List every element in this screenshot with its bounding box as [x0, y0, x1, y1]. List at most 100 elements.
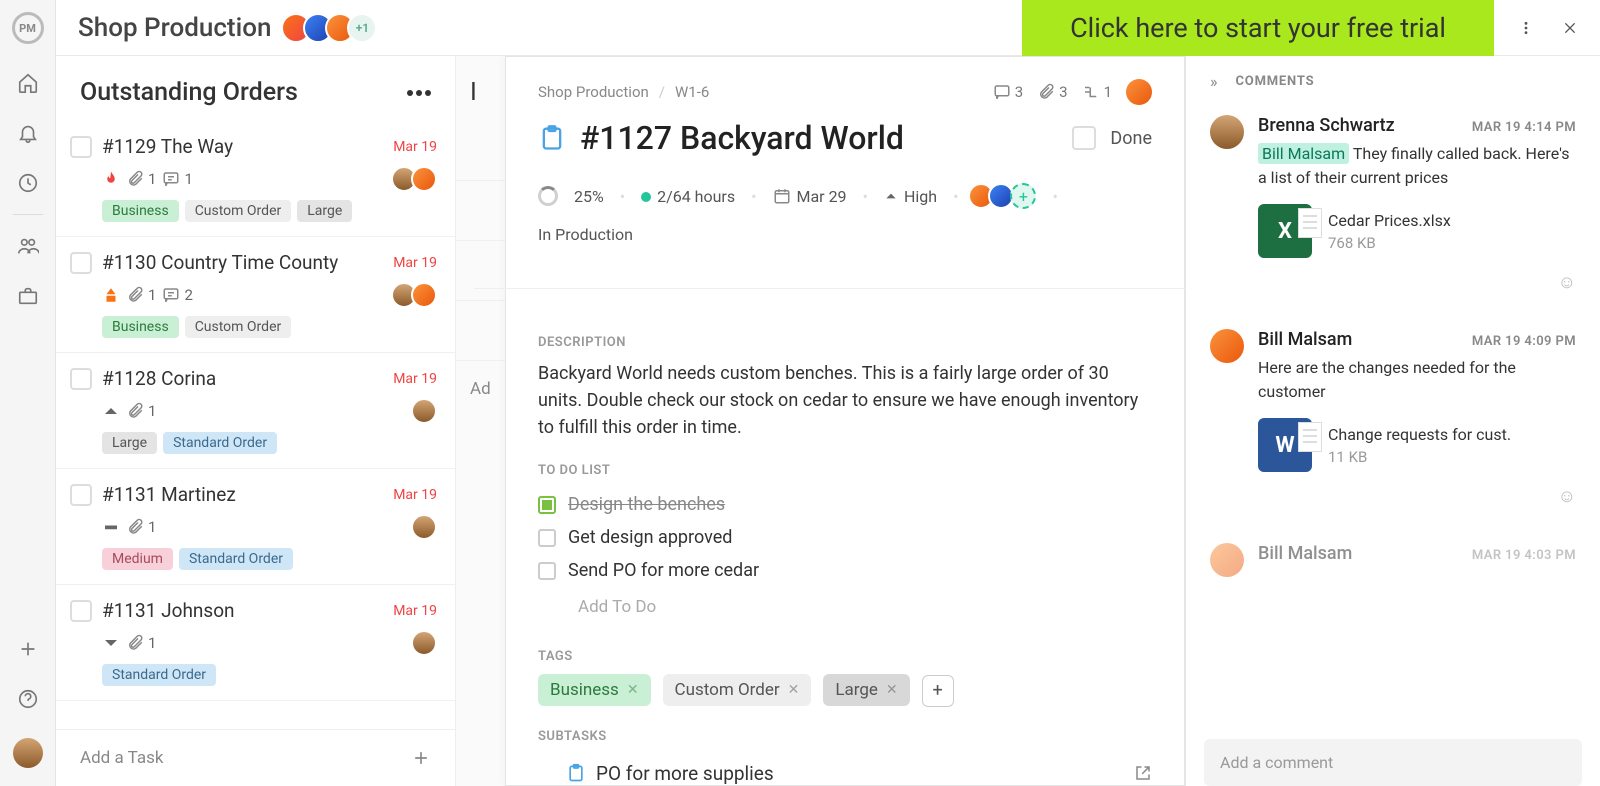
column-outstanding-orders: Outstanding Orders #1129 The Way Mar 19 …	[56, 56, 456, 786]
priority-urgent-icon	[102, 170, 120, 188]
subtasks-count-icon[interactable]: 1	[1082, 83, 1112, 101]
todo-item[interactable]: Get design approved	[538, 521, 1152, 554]
comment-avatar[interactable]	[1210, 115, 1244, 149]
status-label[interactable]: In Production	[538, 225, 633, 244]
trial-banner[interactable]: Click here to start your free trial	[1022, 0, 1494, 56]
calendar-icon	[773, 187, 791, 205]
done-checkbox[interactable]	[1072, 126, 1096, 150]
comment-time: MAR 19 4:03 PM	[1472, 548, 1576, 563]
todo-checkbox[interactable]	[538, 496, 556, 514]
todo-label: TO DO LIST	[538, 463, 1152, 478]
breadcrumb-task[interactable]: W1-6	[675, 83, 709, 101]
open-link-icon[interactable]	[1134, 764, 1152, 782]
comment-item: Brenna SchwartzMAR 19 4:14 PM Bill Malsa…	[1210, 115, 1576, 293]
priority-label[interactable]: High	[904, 187, 937, 206]
more-menu-icon[interactable]	[1518, 20, 1534, 36]
briefcase-icon[interactable]	[17, 285, 39, 307]
comments-panel: » COMMENTS Brenna SchwartzMAR 19 4:14 PM…	[1185, 56, 1600, 786]
task-title: #1128 Corina	[102, 367, 383, 390]
task-checkbox[interactable]	[70, 600, 92, 622]
tag-chip[interactable]: Large✕	[823, 674, 909, 706]
task-card-stub-selected[interactable]	[456, 181, 506, 241]
detail-assignees[interactable]: +	[974, 183, 1036, 209]
todo-checkbox[interactable]	[538, 529, 556, 547]
project-members[interactable]: +1	[289, 13, 377, 43]
tag: Custom Order	[185, 200, 292, 222]
add-task-input[interactable]: Add a Task	[56, 729, 455, 786]
more-members-badge[interactable]: +1	[347, 13, 377, 43]
task-checkbox[interactable]	[70, 484, 92, 506]
tag: Business	[102, 316, 179, 338]
comment-author: Bill Malsam	[1258, 543, 1352, 564]
breadcrumb-project[interactable]: Shop Production	[538, 83, 649, 101]
task-card-stub[interactable]	[456, 241, 506, 301]
comment-item: Bill MalsamMAR 19 4:09 PM Here are the c…	[1210, 329, 1576, 507]
app-logo[interactable]: PM	[12, 12, 44, 44]
task-card-stub[interactable]	[456, 121, 506, 181]
column-title: I	[456, 56, 506, 121]
task-date: Mar 19	[393, 487, 437, 503]
attachment-count: 1	[126, 170, 156, 188]
clipboard-icon	[538, 124, 566, 152]
todo-item[interactable]: Design the benches	[538, 488, 1152, 521]
comment-input[interactable]: Add a comment	[1204, 739, 1582, 786]
task-checkbox[interactable]	[70, 368, 92, 390]
task-card[interactable]: #1128 Corina Mar 19 1 LargeStandard Orde…	[56, 353, 455, 469]
tag: Standard Order	[163, 432, 277, 454]
add-todo-input[interactable]: Add To Do	[578, 587, 1152, 627]
bell-icon[interactable]	[17, 122, 39, 144]
mention[interactable]: Bill Malsam	[1258, 143, 1349, 164]
comments-heading: COMMENTS	[1236, 74, 1315, 89]
comment-text: Here are the changes needed for the cust…	[1258, 356, 1576, 404]
close-icon[interactable]	[1562, 20, 1578, 36]
hours-logged[interactable]: 2/64 hours	[657, 187, 735, 206]
remove-tag-icon[interactable]: ✕	[886, 682, 898, 698]
add-icon[interactable]	[17, 638, 39, 660]
todo-item[interactable]: Send PO for more cedar	[538, 554, 1152, 587]
todo-checkbox[interactable]	[538, 562, 556, 580]
add-tag-button[interactable]: +	[922, 675, 954, 707]
description-text[interactable]: Backyard World needs custom benches. Thi…	[538, 360, 1152, 441]
paperclip-icon	[126, 518, 144, 536]
remove-tag-icon[interactable]: ✕	[788, 682, 800, 698]
tag-chip[interactable]: Business✕	[538, 674, 651, 706]
task-card[interactable]: #1131 Johnson Mar 19 1 Standard Order	[56, 585, 455, 701]
attachment[interactable]: X Cedar Prices.xlsx768 KB	[1258, 204, 1576, 258]
file-name: Cedar Prices.xlsx	[1328, 211, 1451, 230]
task-card[interactable]: #1131 Martinez Mar 19 1 MediumStandard O…	[56, 469, 455, 585]
file-size: 11 KB	[1328, 448, 1511, 466]
priority-high-icon	[884, 189, 898, 203]
comments-count-icon[interactable]: 3	[993, 83, 1023, 101]
add-reaction-icon[interactable]: ☺	[1258, 486, 1576, 507]
task-detail-title[interactable]: #1127 Backyard World	[580, 119, 1058, 157]
add-assignee-button[interactable]: +	[1010, 183, 1036, 209]
task-checkbox[interactable]	[70, 136, 92, 158]
attachments-count-icon[interactable]: 3	[1037, 83, 1067, 101]
file-name: Change requests for cust.	[1328, 425, 1511, 444]
column-menu-icon[interactable]	[407, 90, 431, 96]
home-icon[interactable]	[17, 72, 39, 94]
attachment[interactable]: W Change requests for cust.11 KB	[1258, 418, 1576, 472]
creator-avatar[interactable]	[1126, 79, 1152, 105]
task-card[interactable]: #1129 The Way Mar 19 1 1 BusinessCustom …	[56, 121, 455, 237]
current-user-avatar[interactable]	[13, 738, 43, 768]
people-icon[interactable]	[17, 235, 39, 257]
due-date[interactable]: Mar 29	[797, 187, 847, 206]
task-card-stub[interactable]	[456, 301, 506, 361]
add-task-stub[interactable]: Ad	[456, 361, 506, 417]
task-checkbox[interactable]	[70, 252, 92, 274]
subtask-item[interactable]: PO for more supplies	[538, 754, 1152, 785]
progress-ring-icon[interactable]	[538, 186, 558, 206]
comment-avatar[interactable]	[1210, 329, 1244, 363]
subtasks-label: SUBTASKS	[538, 729, 1152, 744]
remove-tag-icon[interactable]: ✕	[627, 682, 639, 698]
help-icon[interactable]	[17, 688, 39, 710]
comment-avatar[interactable]	[1210, 543, 1244, 577]
clock-icon[interactable]	[17, 172, 39, 194]
comment-count: 1	[162, 170, 192, 188]
task-card[interactable]: #1130 Country Time County Mar 19 1 2 Bus…	[56, 237, 455, 353]
task-list: #1129 The Way Mar 19 1 1 BusinessCustom …	[56, 121, 455, 729]
add-reaction-icon[interactable]: ☺	[1258, 272, 1576, 293]
tag-chip[interactable]: Custom Order✕	[663, 674, 812, 706]
collapse-panel-icon[interactable]: »	[1210, 72, 1218, 91]
